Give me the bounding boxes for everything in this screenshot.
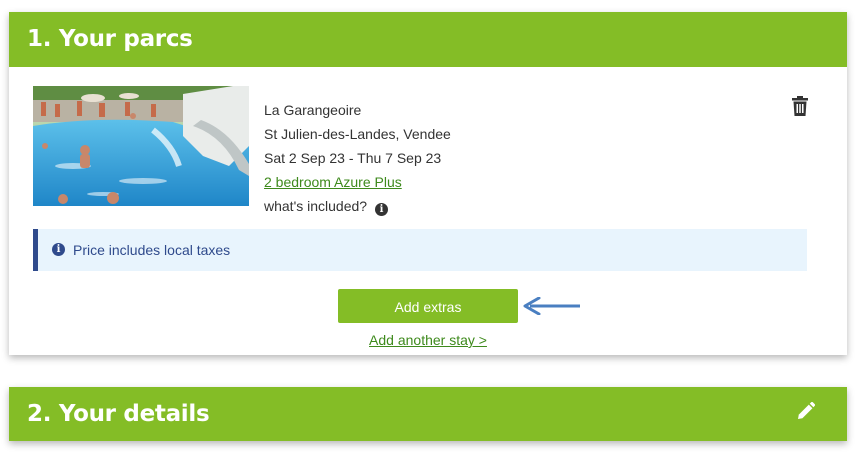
- parc-name: La Garangeoire: [264, 102, 362, 118]
- whats-included-row: what's included? i: [264, 194, 451, 218]
- whats-included-label: what's included?: [264, 198, 368, 214]
- stay-dates: Sat 2 Sep 23 - Thu 7 Sep 23: [264, 150, 442, 166]
- accommodation-link[interactable]: 2 bedroom Azure Plus: [264, 174, 402, 190]
- pencil-icon[interactable]: [797, 402, 815, 420]
- your-parcs-section: 1. Your parcs La Garangeoire St Julien-d…: [9, 12, 847, 355]
- parc-location: St Julien-des-Landes, Vendee: [264, 126, 451, 142]
- your-details-header[interactable]: 2. Your details: [9, 387, 847, 441]
- info-circle-icon: i: [52, 243, 65, 256]
- notice-text: Price includes local taxes: [73, 242, 231, 258]
- your-details-title: 2. Your details: [27, 401, 210, 427]
- local-taxes-notice: i Price includes local taxes: [33, 229, 807, 271]
- arrow-left-icon: [523, 297, 580, 315]
- add-extras-button[interactable]: Add extras: [338, 289, 518, 323]
- parc-photo: [33, 86, 249, 206]
- info-circle-icon[interactable]: i: [375, 203, 389, 216]
- trash-icon[interactable]: [792, 96, 808, 116]
- add-another-stay-link[interactable]: Add another stay >: [338, 331, 518, 349]
- your-details-section: 2. Your details: [9, 387, 847, 441]
- your-parcs-title: 1. Your parcs: [27, 26, 193, 52]
- your-parcs-header: 1. Your parcs: [9, 12, 847, 67]
- booking-details: La Garangeoire St Julien-des-Landes, Ven…: [264, 98, 451, 218]
